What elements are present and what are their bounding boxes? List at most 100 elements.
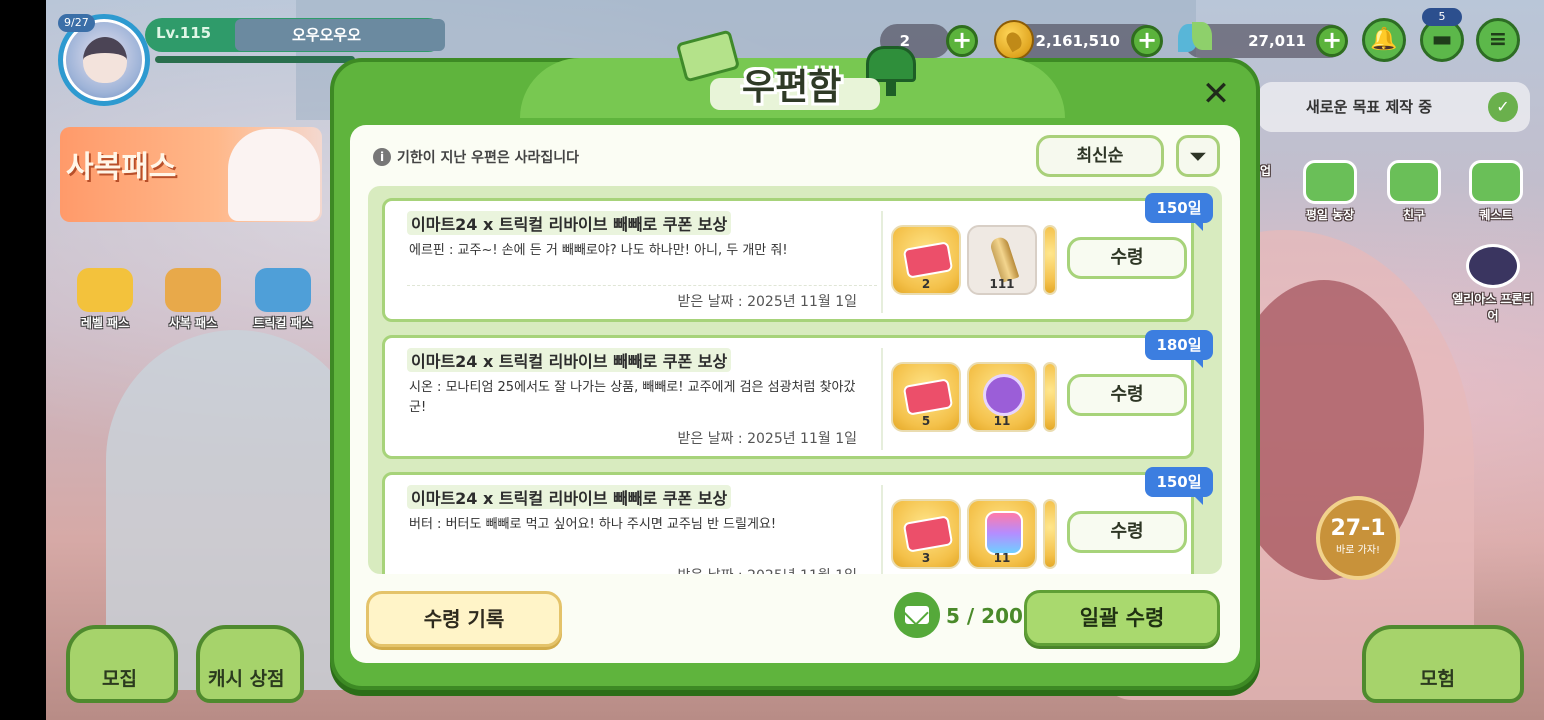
reward-slot[interactable]: 3 (891, 499, 961, 569)
mail-title: 이마트24 x 트릭컬 리바이브 빼빼로 쿠폰 보상 (407, 211, 732, 235)
close-icon: ✕ (1201, 74, 1231, 114)
nickname: 오우오우오 (292, 26, 362, 44)
claim-history-button[interactable]: 수령 기록 (366, 591, 562, 647)
friends-icon (1387, 160, 1441, 204)
mail-item: 이마트24 x 트릭컬 리바이브 빼빼로 쿠폰 보상 에르핀 : 교주~! 손에… (382, 193, 1213, 322)
exp-bar (155, 56, 355, 63)
pass-item-label: 트릭컬 패스 (253, 316, 313, 330)
reward-slot-partial[interactable] (1043, 225, 1057, 295)
right-menu-label: 엘리아스 프론티어 (1452, 292, 1534, 323)
reward-count: 11 (993, 414, 1011, 428)
outfit-pass-button[interactable]: 사복 패스 (152, 268, 234, 331)
recruit-label: 모집 (102, 668, 137, 690)
sort-order-button[interactable]: 최신순 (1036, 135, 1164, 177)
close-button[interactable]: ✕ (1196, 74, 1236, 114)
claim-all-button[interactable]: 일괄 수령 (1024, 590, 1220, 646)
reward-slot[interactable]: 11 (967, 499, 1037, 569)
jar-icon (985, 511, 1023, 555)
sort-direction-button[interactable]: ⏷ (1176, 135, 1220, 177)
reward-count: 3 (921, 551, 931, 565)
reward-count: 111 (989, 277, 1015, 291)
bell-button[interactable]: 🔔 (1362, 18, 1406, 62)
notification-badge: 5 (1422, 8, 1462, 26)
mail-body: 에르핀 : 교주~! 손에 든 거 빼빼로야? 나도 하나만! 아니, 두 개만… (409, 243, 788, 258)
outfit-icon (165, 268, 221, 312)
reward-count: 2 (921, 277, 931, 291)
mailbox-post (886, 80, 896, 96)
mail-title: 이마트24 x 트릭컬 리바이브 빼빼로 쿠폰 보상 (407, 348, 732, 372)
reward-slot[interactable]: 2 (891, 225, 961, 295)
bell-icon: 🔔 (1370, 27, 1398, 52)
mail-item: 이마트24 x 트릭컬 리바이브 빼빼로 쿠폰 보상 버터 : 버터도 빼빼로 … (382, 467, 1213, 574)
leaf-currency-icon (1176, 18, 1216, 58)
envelope-icon (894, 592, 940, 638)
leaf-plus-button[interactable]: + (1316, 25, 1348, 57)
checkmark-icon: ✓ (1488, 92, 1518, 122)
quest-progress-badge: 9/27 (58, 14, 95, 32)
mail-list[interactable]: 이마트24 x 트릭컬 리바이브 빼빼로 쿠폰 보상 에르핀 : 교주~! 손에… (368, 186, 1222, 574)
pass-item-label: 레벨 패스 (80, 316, 130, 330)
goal-label: 새로운 목표 제작 중 (1306, 98, 1433, 116)
trophy-icon (983, 374, 1025, 416)
mail-date: 받은 날짜 : 2025년 11월 1일 (678, 565, 857, 574)
right-menu-friends[interactable]: 친구 (1382, 160, 1446, 223)
mail-divider (881, 348, 883, 450)
claim-button[interactable]: 수령 (1067, 237, 1187, 279)
right-menu-label: 퀘스트 (1479, 208, 1513, 222)
ticket-icon (255, 268, 311, 312)
reward-count: 5 (921, 414, 931, 428)
farm-icon (1303, 160, 1357, 204)
stage-number: 27-1 (1330, 516, 1386, 541)
claim-button[interactable]: 수령 (1067, 374, 1187, 416)
mail-body: 버터 : 버터도 빼빼로 먹고 싶어요! 하나 주시면 교주님 반 드릴게요! (409, 517, 777, 532)
info-icon: i (373, 148, 391, 166)
currency-partial-plus-button[interactable]: + (946, 25, 978, 57)
cash-shop-label: 캐시 상점 (208, 668, 285, 690)
claim-button[interactable]: 수령 (1067, 511, 1187, 553)
level-pass-button[interactable]: 레벨 패스 (64, 268, 146, 331)
days-left-badge: 180일 (1145, 330, 1213, 368)
mail-date: 받은 날짜 : 2025년 11월 1일 (677, 431, 857, 447)
trickcal-pass-button[interactable]: 트릭컬 패스 (242, 268, 324, 331)
mail-divider (881, 485, 883, 574)
reward-slot-partial[interactable] (1043, 499, 1057, 569)
mail-title: 이마트24 x 트릭컬 리바이브 빼빼로 쿠폰 보상 (407, 485, 732, 509)
right-menu-quest[interactable]: 퀘스트 (1464, 160, 1528, 223)
stage-shortcut-button[interactable]: 27-1 바로 가자! (1316, 496, 1400, 580)
level-label: Lv.115 (156, 24, 212, 42)
adventure-label: 모험 (1420, 668, 1455, 690)
right-menu-frontier[interactable]: 엘리아스 프론티어 (1452, 244, 1534, 324)
mail-body: 시온 : 모나티엄 25에서도 잘 나가는 상품, 빼빼로! 교주에게 검은 섬… (409, 380, 856, 415)
gold-coin-icon (994, 20, 1034, 60)
reward-slot[interactable]: 111 (967, 225, 1037, 295)
menu-button[interactable]: ≡ (1476, 18, 1520, 62)
modal-title: 우편함 (742, 67, 842, 108)
expiry-notice: 기한이 지난 우편은 사라집니다 (397, 150, 580, 166)
stage-sub-label: 바로 가자! (1336, 545, 1380, 556)
mailbox-body (866, 46, 916, 82)
avatar-face (83, 37, 127, 83)
right-menu-label: 평일 농장 (1305, 208, 1355, 222)
reward-slot[interactable]: 5 (891, 362, 961, 432)
tray-icon: ▬ (1431, 27, 1453, 52)
sort-direction-icon: ⏷ (1190, 144, 1206, 168)
pass-banner-title: 사복패스 (66, 150, 177, 185)
reward-slot-partial[interactable] (1043, 362, 1057, 432)
days-left-badge: 150일 (1145, 467, 1213, 505)
ticket-icon (902, 378, 954, 416)
sunflower-icon (77, 268, 133, 312)
days-left-badge: 150일 (1145, 193, 1213, 231)
mail-divider-line (407, 285, 877, 286)
reward-slot[interactable]: 11 (967, 362, 1037, 432)
pass-character-image (228, 129, 320, 221)
mail-count: 5 / 200 (946, 604, 1023, 628)
hamburger-icon: ≡ (1488, 27, 1508, 52)
frontier-icon (1466, 244, 1520, 288)
ticket-icon (902, 241, 954, 279)
right-menu-farm[interactable]: 평일 농장 (1298, 160, 1362, 223)
gold-plus-button[interactable]: + (1131, 25, 1163, 57)
quest-icon (1469, 160, 1523, 204)
mail-divider (881, 211, 883, 313)
ticket-icon (902, 515, 954, 553)
bullet-icon (988, 235, 1020, 283)
